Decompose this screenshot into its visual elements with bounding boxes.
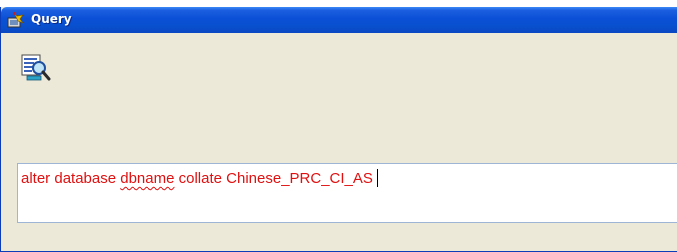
query-window: Query alter database dbname collate Chin…: [0, 7, 677, 252]
query-text-editor[interactable]: alter database dbname collate Chinese_PR…: [17, 163, 677, 223]
tool-icon[interactable]: [7, 12, 25, 28]
query-text-before: alter database: [21, 170, 121, 187]
spellcheck-underlined-word: dbname: [120, 170, 175, 187]
query-text: alter database dbname collate Chinese_PR…: [21, 169, 378, 187]
window-title: Query: [31, 12, 72, 26]
query-magnifier-icon: [21, 54, 51, 82]
text-caret: [376, 169, 378, 187]
query-text-after: collate Chinese_PRC_CI_AS: [174, 170, 373, 187]
title-bar[interactable]: Query: [1, 7, 677, 33]
